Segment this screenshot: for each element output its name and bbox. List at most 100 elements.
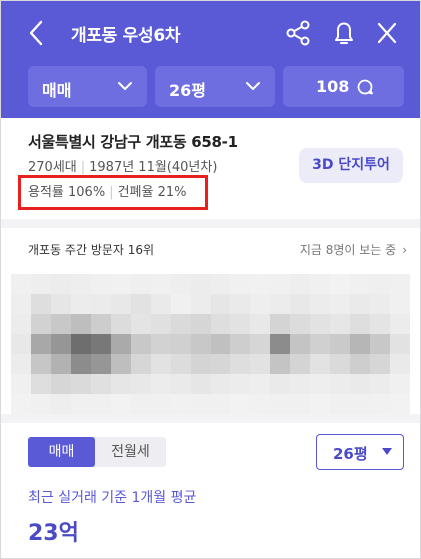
blur-tile <box>70 274 92 295</box>
blur-tile <box>130 374 152 395</box>
blur-tile <box>170 374 192 395</box>
blur-tile <box>250 394 271 415</box>
households: 270세대 <box>28 160 77 175</box>
blur-tile <box>30 294 52 315</box>
viewing-now-text: 지금 8명이 보는 중 <box>299 243 397 257</box>
blur-tile <box>130 354 152 375</box>
blur-tile <box>30 334 52 355</box>
blur-tile <box>310 314 331 335</box>
blur-tile <box>250 274 271 295</box>
blur-tile <box>190 314 211 335</box>
close-icon[interactable] <box>376 21 398 45</box>
blur-tile <box>230 334 251 355</box>
blur-tile <box>11 374 32 395</box>
blur-tile <box>350 374 371 395</box>
blur-tile <box>250 354 271 375</box>
viewing-now-link[interactable]: 지금 8명이 보는 중 › <box>300 241 407 258</box>
section-divider <box>1 414 420 423</box>
app-header: 개포동 우성6차 매매 26평 108 <box>1 1 420 118</box>
blur-tile <box>270 374 291 395</box>
blur-tile <box>70 394 92 415</box>
blur-tile <box>290 374 311 395</box>
comments-button[interactable]: 108 <box>283 66 404 107</box>
blur-tile <box>110 374 132 395</box>
bell-icon[interactable] <box>331 18 357 48</box>
blur-tile <box>190 374 211 395</box>
blur-tile <box>30 374 52 395</box>
blur-tile <box>110 274 132 295</box>
complex-address: 서울특별시 강남구 개포동 658-1 <box>28 133 238 151</box>
blur-tile <box>210 294 231 315</box>
blur-tile <box>290 314 311 335</box>
blur-tile <box>90 374 112 395</box>
blur-tile <box>70 334 92 355</box>
blur-tile <box>11 274 32 295</box>
blurred-image <box>11 274 411 415</box>
blur-tile <box>390 394 411 415</box>
blur-tile <box>310 394 331 415</box>
blur-tile <box>230 354 251 375</box>
blur-tile <box>130 394 152 415</box>
blur-tile <box>350 334 371 355</box>
blur-tile <box>270 394 291 415</box>
blur-tile <box>30 274 52 295</box>
share-icon[interactable] <box>285 19 311 47</box>
blur-tile <box>150 274 172 295</box>
blur-tile <box>11 314 32 335</box>
blur-tile <box>270 294 291 315</box>
blur-tile <box>190 354 211 375</box>
blur-tile <box>210 394 231 415</box>
divider: | <box>80 160 86 175</box>
area-dropdown[interactable]: 26평 <box>155 66 275 107</box>
blur-tile <box>250 314 271 335</box>
blur-tile <box>11 294 32 315</box>
tab-sale[interactable]: 매매 <box>28 437 95 467</box>
blur-tile <box>250 294 271 315</box>
blur-tile <box>290 354 311 375</box>
blur-tile <box>350 314 371 335</box>
blur-tile <box>270 354 291 375</box>
blur-tile <box>290 274 311 295</box>
blur-tile <box>90 394 112 415</box>
tab-rent[interactable]: 전월세 <box>95 437 166 467</box>
blur-tile <box>50 374 72 395</box>
blur-tile <box>150 294 172 315</box>
blur-tile <box>170 394 192 415</box>
chevron-down-icon <box>246 82 260 90</box>
blur-tile <box>390 274 411 295</box>
blur-tile <box>290 394 311 415</box>
blur-tile <box>130 274 152 295</box>
blur-tile <box>11 354 32 375</box>
blur-tile <box>310 374 331 395</box>
blur-tile <box>390 314 411 335</box>
trade-type-dropdown[interactable]: 매매 <box>28 66 147 107</box>
blur-tile <box>130 294 152 315</box>
blur-tile <box>330 354 351 375</box>
blur-tile <box>230 294 251 315</box>
blur-tile <box>130 334 152 355</box>
blur-tile <box>370 354 391 375</box>
blur-tile <box>70 374 92 395</box>
blur-tile <box>270 314 291 335</box>
blur-tile <box>30 394 52 415</box>
blur-tile <box>11 334 32 355</box>
blur-tile <box>230 394 251 415</box>
3d-tour-button[interactable]: 3D 단지투어 <box>299 148 403 183</box>
blur-tile <box>50 334 72 355</box>
blur-tile <box>370 274 391 295</box>
blur-tile <box>170 354 192 375</box>
chat-icon <box>357 79 373 95</box>
top-bar: 개포동 우성6차 <box>1 1 420 65</box>
blur-tile <box>90 334 112 355</box>
average-price: 23억 <box>28 521 79 546</box>
blur-tile <box>30 314 52 335</box>
blur-tile <box>190 274 211 295</box>
blur-tile <box>370 294 391 315</box>
trade-type-label: 매매 <box>42 81 72 100</box>
blur-tile <box>190 334 211 355</box>
back-icon[interactable] <box>26 19 48 47</box>
price-area-dropdown[interactable]: 26평 <box>316 434 404 470</box>
blur-tile <box>310 354 331 375</box>
blur-tile <box>350 294 371 315</box>
blur-tile <box>150 374 172 395</box>
